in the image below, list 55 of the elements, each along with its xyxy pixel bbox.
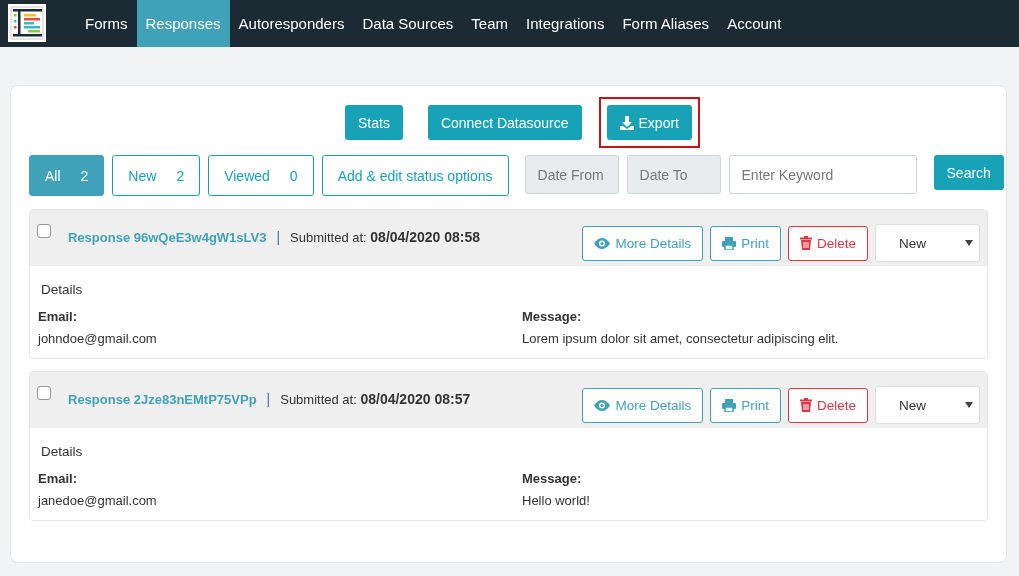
status-select[interactable]: New (875, 224, 980, 262)
field-label: Message: (522, 309, 583, 324)
nav-tab[interactable]: Autoresponders (229, 0, 354, 47)
date-to-field[interactable]: Date To (626, 155, 721, 194)
submitted-text: Submitted at: 08/04/2020 08:57 (280, 391, 471, 407)
trash-icon (799, 398, 812, 412)
field-label: Email: (38, 309, 78, 324)
logo-icon (8, 4, 46, 42)
download-icon (619, 115, 634, 130)
field-value: janedoe@gmail.com (38, 493, 158, 508)
more-details-button[interactable]: More Details (582, 225, 704, 261)
delete-button[interactable]: Delete (787, 225, 868, 261)
nav-tab[interactable]: Responses (136, 0, 230, 47)
details-heading: Details (41, 444, 84, 459)
checkbox[interactable] (37, 224, 51, 238)
eye-icon (594, 237, 611, 249)
field-value: Hello world! (522, 493, 591, 508)
filter-tab[interactable]: All 2 (29, 155, 105, 196)
delete-button[interactable]: Delete (787, 387, 868, 423)
separator: | (276, 229, 281, 245)
printer-icon (722, 398, 737, 412)
print-button[interactable]: Print (710, 225, 781, 261)
details-heading: Details (41, 282, 84, 297)
date-from-field[interactable]: Date From (524, 155, 619, 194)
filter-tab[interactable]: New 2 (112, 155, 201, 196)
action-button[interactable]: Stats (345, 105, 403, 140)
status-select[interactable]: New (875, 386, 980, 424)
nav-tab[interactable]: Forms (76, 0, 137, 47)
export-button[interactable]: Export (606, 105, 692, 140)
search-button[interactable]: Search (933, 155, 1004, 190)
submitted-text: Submitted at: 08/04/2020 08:58 (290, 229, 481, 245)
status-options-button[interactable]: Add & edit status options (321, 155, 509, 196)
action-button[interactable]: Connect Datasource (427, 105, 582, 140)
more-details-button[interactable]: More Details (582, 387, 704, 423)
filter-tab[interactable]: Viewed 0 (208, 155, 314, 196)
nav-tab[interactable]: Account (718, 0, 791, 47)
nav-tab[interactable]: Team (462, 0, 518, 47)
field-label: Email: (38, 471, 78, 486)
caret-icon (965, 402, 973, 408)
response-link[interactable]: Response 96wQeE3w4gW1sLV3 (68, 229, 267, 245)
nav-tab[interactable]: Data Sources (353, 0, 463, 47)
separator: | (266, 391, 271, 407)
keyword-field[interactable]: Enter Keyword (728, 155, 917, 194)
response-link[interactable]: Response 2Jze83nEMtP75VPp (68, 391, 257, 407)
field-value: Lorem ipsum dolor sit amet, consectetur adipiscing elit. (522, 331, 840, 346)
nav-tab[interactable]: Form Aliases (613, 0, 719, 47)
printer-icon (722, 236, 737, 250)
eye-icon (594, 399, 611, 411)
checkbox[interactable] (37, 386, 51, 400)
field-label: Message: (522, 471, 583, 486)
trash-icon (799, 236, 812, 250)
print-button[interactable]: Print (710, 387, 781, 423)
field-value: johndoe@gmail.com (38, 331, 158, 346)
nav-tab[interactable]: Integrations (517, 0, 614, 47)
caret-icon (965, 240, 973, 246)
